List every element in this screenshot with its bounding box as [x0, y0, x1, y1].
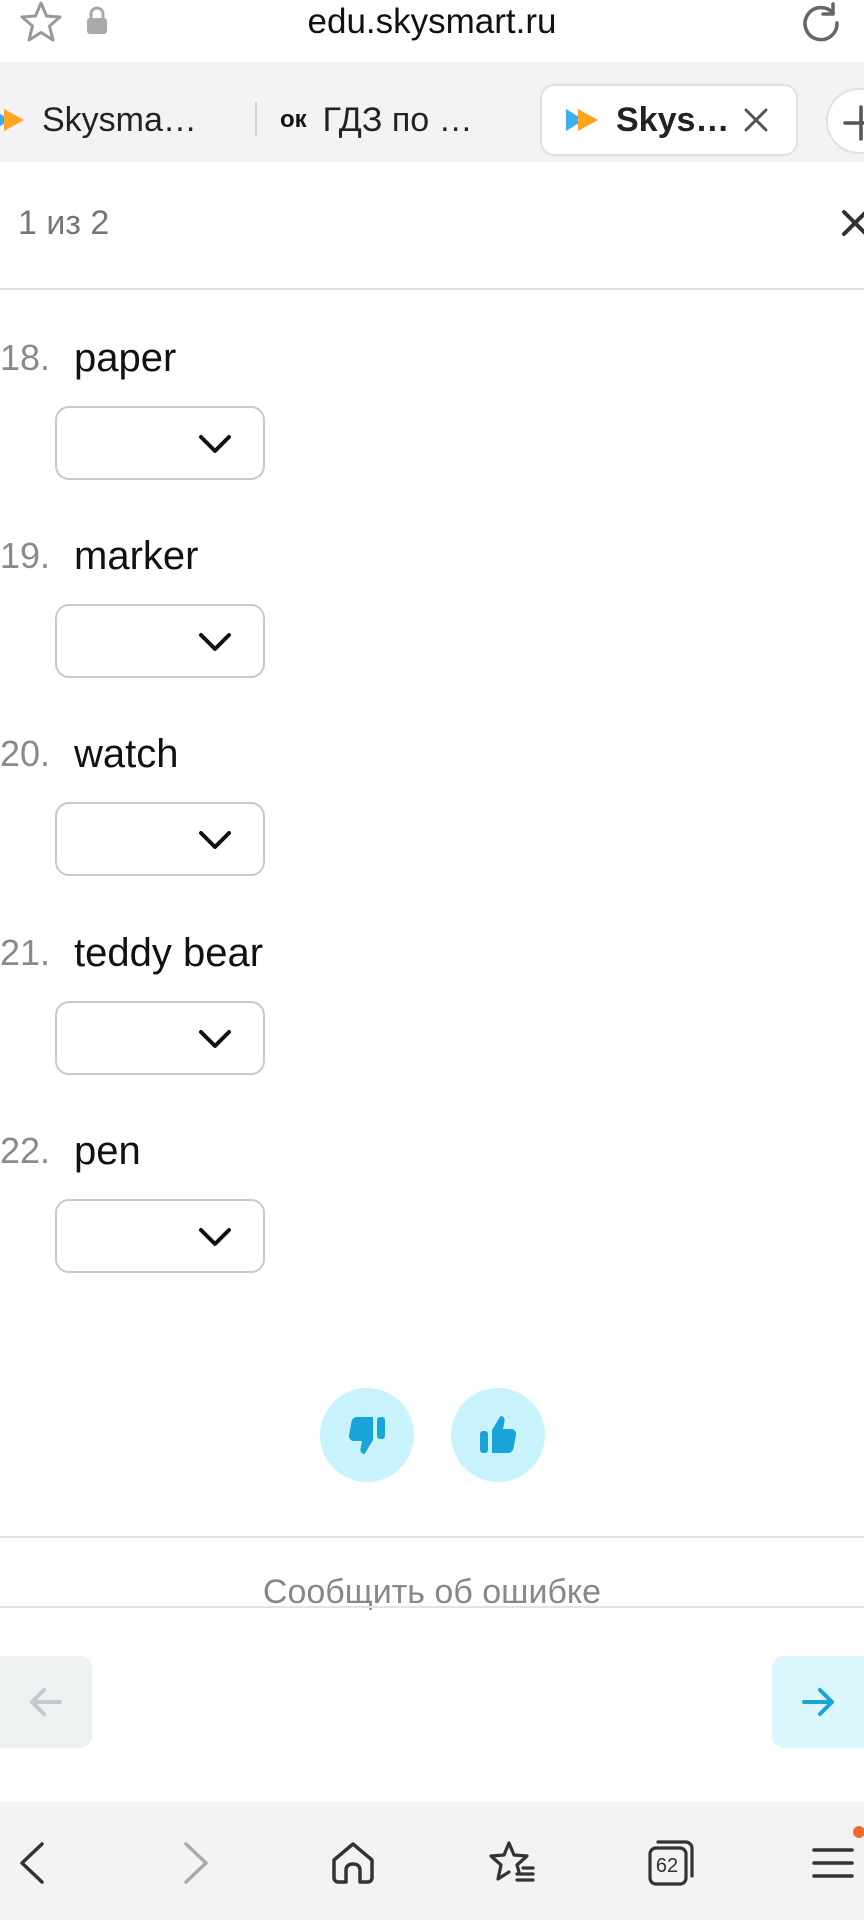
task-counter: 1 из 2: [18, 204, 110, 242]
arrow-left-icon: [30, 1688, 62, 1716]
item-number: 19.: [0, 535, 51, 576]
chevron-down-icon: [199, 435, 231, 453]
task-header: 1 из 2: [0, 162, 864, 290]
thumbs-down-icon: [348, 1417, 385, 1454]
new-tab-button[interactable]: [826, 88, 864, 154]
item-word: paper: [74, 336, 177, 380]
ok-logo-icon: ок: [280, 106, 307, 133]
answer-dropdown[interactable]: [55, 802, 265, 876]
thumbs-up-icon: [480, 1416, 517, 1453]
address-bar: edu.skysmart.ru: [0, 0, 864, 62]
list-item: 22. pen: [0, 1129, 864, 1327]
item-number: 18.: [0, 337, 51, 378]
tabs-bar: Skysma… ок ГДЗ по … Skys…: [0, 62, 864, 162]
tab-separator: [255, 102, 257, 136]
chevron-down-icon: [199, 633, 231, 651]
skysmart-logo-icon: [0, 109, 24, 131]
tab-gdz[interactable]: ок ГДЗ по …: [280, 82, 500, 158]
item-number: 22.: [0, 1130, 51, 1171]
forward-icon[interactable]: [170, 1838, 220, 1888]
skysmart-logo-icon: [566, 109, 598, 131]
item-number: 21.: [0, 932, 51, 973]
item-number: 20.: [0, 733, 51, 774]
divider: [0, 1606, 864, 1608]
answer-dropdown[interactable]: [55, 604, 265, 678]
item-word: teddy bear: [74, 931, 264, 975]
back-icon[interactable]: [8, 1838, 58, 1888]
tab-title: Skysma…: [42, 100, 197, 139]
answer-dropdown[interactable]: [55, 1199, 265, 1273]
item-word: pen: [74, 1129, 141, 1173]
page: edu.skysmart.ru Skysma… ок ГДЗ по … Skys…: [0, 0, 864, 1920]
tab-title: Skys…: [616, 100, 730, 139]
report-error-link[interactable]: Сообщить об ошибке: [0, 1568, 864, 1616]
close-tab-icon[interactable]: [738, 100, 774, 140]
tab-skysmart-active[interactable]: Skys…: [540, 84, 798, 156]
close-icon[interactable]: [838, 206, 864, 240]
reload-icon[interactable]: [798, 0, 844, 46]
notification-dot: [853, 1826, 864, 1838]
tab-count: 62: [655, 1855, 679, 1877]
chevron-down-icon: [199, 1228, 231, 1246]
item-word: watch: [74, 732, 179, 776]
divider: [0, 1536, 864, 1538]
plus-icon: [843, 105, 864, 141]
arrow-right-icon: [802, 1688, 834, 1716]
next-button[interactable]: [772, 1656, 864, 1748]
answer-dropdown[interactable]: [55, 406, 265, 480]
list-item: 21. teddy bear: [0, 931, 864, 1129]
item-word: marker: [74, 534, 199, 578]
favorites-icon[interactable]: [487, 1838, 537, 1888]
answer-dropdown[interactable]: [55, 1001, 265, 1075]
like-button[interactable]: [451, 1388, 545, 1482]
previous-button[interactable]: [0, 1656, 92, 1748]
chevron-down-icon: [199, 831, 231, 849]
tabs-counter-button[interactable]: 62: [646, 1838, 696, 1888]
tab-skysmart-1[interactable]: Skysma…: [0, 82, 220, 158]
menu-icon[interactable]: [808, 1838, 858, 1888]
tab-title: ГДЗ по …: [322, 100, 473, 139]
browser-bottom-bar: 62: [0, 1802, 864, 1920]
home-icon[interactable]: [328, 1838, 378, 1888]
chevron-down-icon: [199, 1030, 231, 1048]
list-item: 19. marker: [0, 534, 864, 732]
list-item: 18. paper: [0, 336, 864, 534]
dislike-button[interactable]: [320, 1388, 414, 1482]
list-item: 20. watch: [0, 732, 864, 930]
url-text[interactable]: edu.skysmart.ru: [0, 0, 864, 44]
